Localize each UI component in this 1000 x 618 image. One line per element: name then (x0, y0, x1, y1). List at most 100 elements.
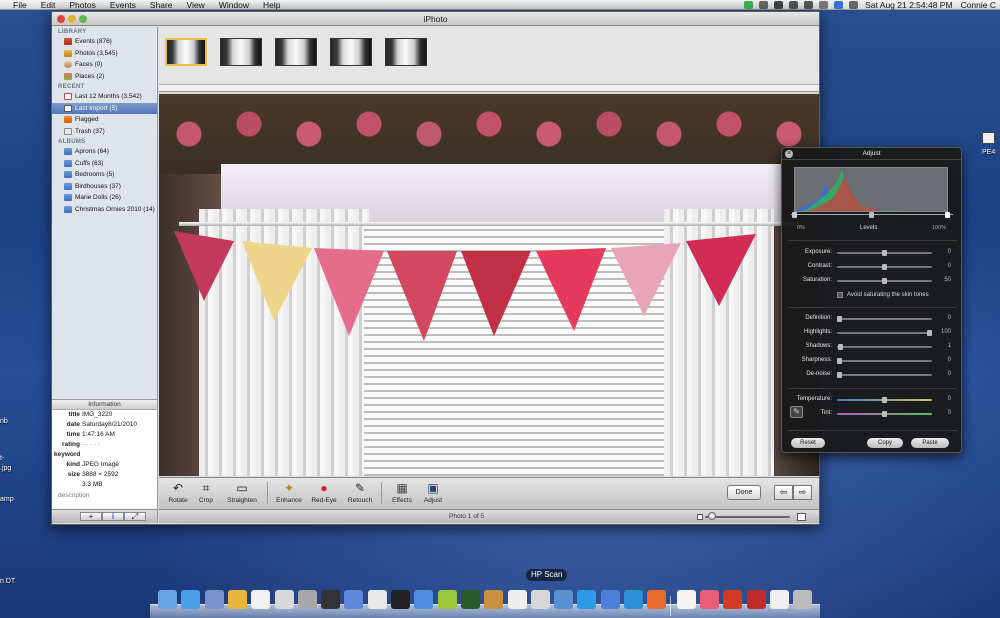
exposure-slider-knob[interactable] (882, 250, 887, 256)
itunes-icon[interactable] (414, 590, 434, 609)
news-icon[interactable] (530, 590, 550, 609)
description-field[interactable]: description (52, 490, 157, 501)
recent-header[interactable]: RECENT (52, 82, 157, 91)
dollar-icon[interactable] (227, 590, 247, 609)
levels-midpoint-handle[interactable] (869, 212, 874, 218)
desktop-icon-label[interactable]: PE4 (982, 149, 995, 156)
printer-icon[interactable] (759, 0, 769, 9)
tint-slider-knob[interactable] (882, 411, 887, 417)
zoom-large-icon[interactable] (797, 513, 806, 521)
levels-black-point-handle[interactable] (792, 212, 797, 218)
photo-time-field[interactable]: 1:47:16 AM (82, 430, 115, 440)
starburst-icon[interactable] (723, 590, 743, 609)
shadows-slider[interactable] (837, 346, 932, 348)
copy-button[interactable]: Copy (867, 438, 903, 448)
sidebar-item-trash[interactable]: Trash (37) (52, 126, 157, 138)
definition-slider-knob[interactable] (837, 316, 842, 322)
desktop-icon-label[interactable]: nb (0, 418, 8, 425)
filmstrip-thumbnail[interactable] (165, 38, 207, 66)
sharpness-slider[interactable] (837, 360, 932, 362)
filmstrip-thumbnail[interactable] (220, 38, 262, 66)
lime-icon[interactable] (437, 590, 457, 609)
sidebar-item-flagged[interactable]: Flagged (52, 114, 157, 126)
desktop-icon-label[interactable]: n DT (0, 578, 15, 585)
menubar-user[interactable]: Connie C (957, 0, 1000, 10)
preview-icon[interactable] (204, 590, 224, 609)
upload-icon[interactable] (600, 590, 620, 609)
menu-help[interactable]: Help (256, 0, 287, 10)
add-button[interactable]: + (80, 512, 102, 521)
status-app-icon[interactable] (744, 0, 754, 9)
previous-photo-button[interactable]: ⇦ (774, 485, 793, 500)
dashboard-icon[interactable] (507, 590, 527, 609)
zoom-window-button[interactable] (79, 15, 87, 23)
notes-icon[interactable] (274, 590, 294, 609)
red-eye-button[interactable]: ● Red-Eye (307, 481, 341, 504)
library-header[interactable]: LIBRARY (52, 27, 157, 36)
straighten-button[interactable]: ▭ Straighten (222, 481, 262, 504)
menu-edit[interactable]: Edit (34, 0, 63, 10)
photo-title-field[interactable]: IMG_3220 (82, 410, 112, 420)
fullscreen-button[interactable]: ⤢ (124, 512, 146, 521)
filmstrip-thumbnail[interactable] (330, 38, 372, 66)
desktop-icon-label[interactable]: amp (0, 496, 14, 503)
sidebar-item-marie-dolls[interactable]: Marie Dolls (26) (52, 192, 157, 204)
retouch-button[interactable]: ✎ Retouch (343, 481, 377, 504)
filmstrip-resize-handle[interactable] (159, 85, 819, 92)
denoise-slider[interactable] (837, 374, 932, 376)
sidebar-item-photos[interactable]: Photos (3,545) (52, 48, 157, 60)
minimize-window-button[interactable] (68, 15, 76, 23)
adjust-button[interactable]: ▣ Adjust (416, 481, 450, 504)
filmstrip-thumbnail[interactable] (275, 38, 317, 66)
filmstrip-thumbnail[interactable] (385, 38, 427, 66)
zoom-slider-knob[interactable] (707, 512, 716, 520)
temperature-slider-knob[interactable] (882, 397, 887, 403)
desktop-icon-label[interactable]: t- (0, 455, 4, 462)
mail-icon[interactable] (297, 590, 317, 609)
stamp-icon[interactable] (699, 590, 719, 609)
photo-date-field[interactable]: Saturday8/21/2010 (82, 420, 137, 430)
pse-icon[interactable] (624, 590, 643, 609)
flag-icon[interactable] (834, 0, 844, 9)
highlights-slider[interactable] (837, 332, 932, 334)
close-window-button[interactable] (57, 15, 65, 23)
saturation-slider-knob[interactable] (882, 278, 887, 284)
clock-icon[interactable] (321, 590, 341, 609)
textedit-icon[interactable] (251, 590, 271, 609)
done-button[interactable]: Done (727, 485, 761, 500)
books-icon[interactable] (484, 590, 504, 609)
sidebar-item-cuffs[interactable]: Cuffs (63) (52, 158, 157, 170)
bluetooth-icon[interactable] (819, 0, 829, 9)
file-icon[interactable] (769, 590, 789, 609)
timemachine-icon[interactable] (460, 590, 480, 609)
sidebar-item-birdhouses[interactable]: Birdhouses (37) (52, 181, 157, 193)
albums-header[interactable]: ALBUMS (52, 137, 157, 146)
reset-button[interactable]: Reset (791, 438, 825, 448)
battery-icon[interactable] (849, 0, 859, 9)
shadows-slider-knob[interactable] (837, 344, 843, 350)
volume-icon[interactable] (789, 0, 799, 9)
sidebar-item-last-import[interactable]: Last Import (5) (52, 102, 157, 114)
enhance-button[interactable]: ✦ Enhance (272, 481, 306, 504)
photo-booth-icon[interactable] (391, 590, 410, 609)
sidebar-item-events[interactable]: Events (876) (52, 36, 157, 48)
menu-photos[interactable]: Photos (62, 0, 102, 10)
trash-icon[interactable] (793, 590, 813, 609)
window-titlebar[interactable]: iPhoto (52, 12, 819, 26)
sharpness-slider-knob[interactable] (837, 358, 842, 364)
effects-button[interactable]: ▦ Effects (385, 481, 419, 504)
next-photo-button[interactable]: ⇨ (793, 485, 812, 500)
skype-icon[interactable] (577, 590, 597, 609)
crop-button[interactable]: ⌗ Crop (189, 481, 223, 504)
close-icon[interactable]: × (785, 150, 793, 158)
rating-stars[interactable]: · · · · · (82, 440, 100, 450)
wifi-icon[interactable] (774, 0, 784, 9)
menubar-clock[interactable]: Sat Aug 21 2:54:48 PM (861, 0, 956, 10)
ical-icon[interactable] (367, 590, 387, 609)
definition-slider[interactable] (837, 318, 932, 320)
paste-button[interactable]: Paste (911, 438, 949, 448)
sidebar-item-aprons[interactable]: Aprons (64) (52, 146, 157, 158)
zoom-small-icon[interactable] (697, 514, 703, 520)
menu-file[interactable]: File (6, 0, 34, 10)
desktop-file-icon[interactable] (982, 132, 995, 144)
